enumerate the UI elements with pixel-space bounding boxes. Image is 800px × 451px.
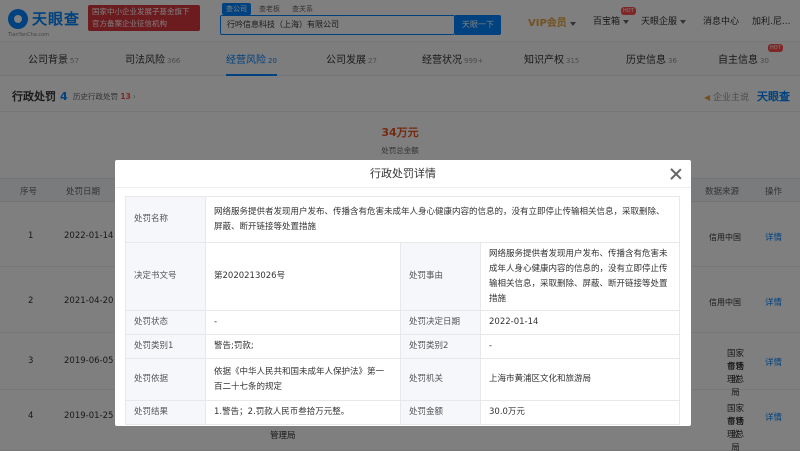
label-name: 处罚名称 bbox=[125, 196, 206, 243]
label-authority: 处罚机关 bbox=[400, 358, 481, 401]
value-amount: 30.0万元 bbox=[480, 400, 680, 425]
value-category2: - bbox=[480, 334, 680, 359]
detail-table: 处罚名称 网络服务提供者发现用户发布、传播含有危害未成年人身心健康内容的信息的，… bbox=[125, 196, 680, 425]
label-basis: 处罚依据 bbox=[125, 358, 206, 401]
detail-row: 处罚状态 - 处罚决定日期 2022-01-14 bbox=[125, 310, 680, 335]
value-status: - bbox=[205, 310, 401, 335]
value-authority: 上海市黄浦区文化和旅游局 bbox=[480, 358, 680, 401]
detail-row: 决定书文号 第2020213026号 处罚事由 网络服务提供者发现用户发布、传播… bbox=[125, 242, 680, 311]
detail-row: 处罚结果 1.警告；2.罚款人民币叁拾万元整。 处罚金额 30.0万元 bbox=[125, 400, 680, 425]
label-doc-no: 决定书文号 bbox=[125, 242, 206, 311]
label-status: 处罚状态 bbox=[125, 310, 206, 335]
value-decision-date: 2022-01-14 bbox=[480, 310, 680, 335]
label-decision-date: 处罚决定日期 bbox=[400, 310, 481, 335]
penalty-detail-modal: 行政处罚详情 处罚名称 网络服务提供者发现用户发布、传播含有危害未成年人身心健康… bbox=[115, 160, 691, 426]
close-icon[interactable] bbox=[669, 167, 683, 181]
label-reason: 处罚事由 bbox=[400, 242, 481, 311]
label-amount: 处罚金额 bbox=[400, 400, 481, 425]
value-result: 1.警告；2.罚款人民币叁拾万元整。 bbox=[205, 400, 401, 425]
value-name: 网络服务提供者发现用户发布、传播含有危害未成年人身心健康内容的信息的，没有立即停… bbox=[205, 196, 680, 243]
detail-row: 处罚依据 依据《中华人民共和国未成年人保护法》第一百二十七条的规定 处罚机关 上… bbox=[125, 358, 680, 401]
label-result: 处罚结果 bbox=[125, 400, 206, 425]
detail-row: 处罚名称 网络服务提供者发现用户发布、传播含有危害未成年人身心健康内容的信息的，… bbox=[125, 196, 680, 243]
value-basis: 依据《中华人民共和国未成年人保护法》第一百二十七条的规定 bbox=[205, 358, 401, 401]
value-reason: 网络服务提供者发现用户发布、传播含有危害未成年人身心健康内容的信息的，没有立即停… bbox=[480, 242, 680, 311]
value-category1: 警告;罚款; bbox=[205, 334, 401, 359]
label-category2: 处罚类别2 bbox=[400, 334, 481, 359]
value-doc-no: 第2020213026号 bbox=[205, 242, 401, 311]
label-category1: 处罚类别1 bbox=[125, 334, 206, 359]
modal-title: 行政处罚详情 bbox=[115, 160, 691, 188]
detail-row: 处罚类别1 警告;罚款; 处罚类别2 - bbox=[125, 334, 680, 359]
